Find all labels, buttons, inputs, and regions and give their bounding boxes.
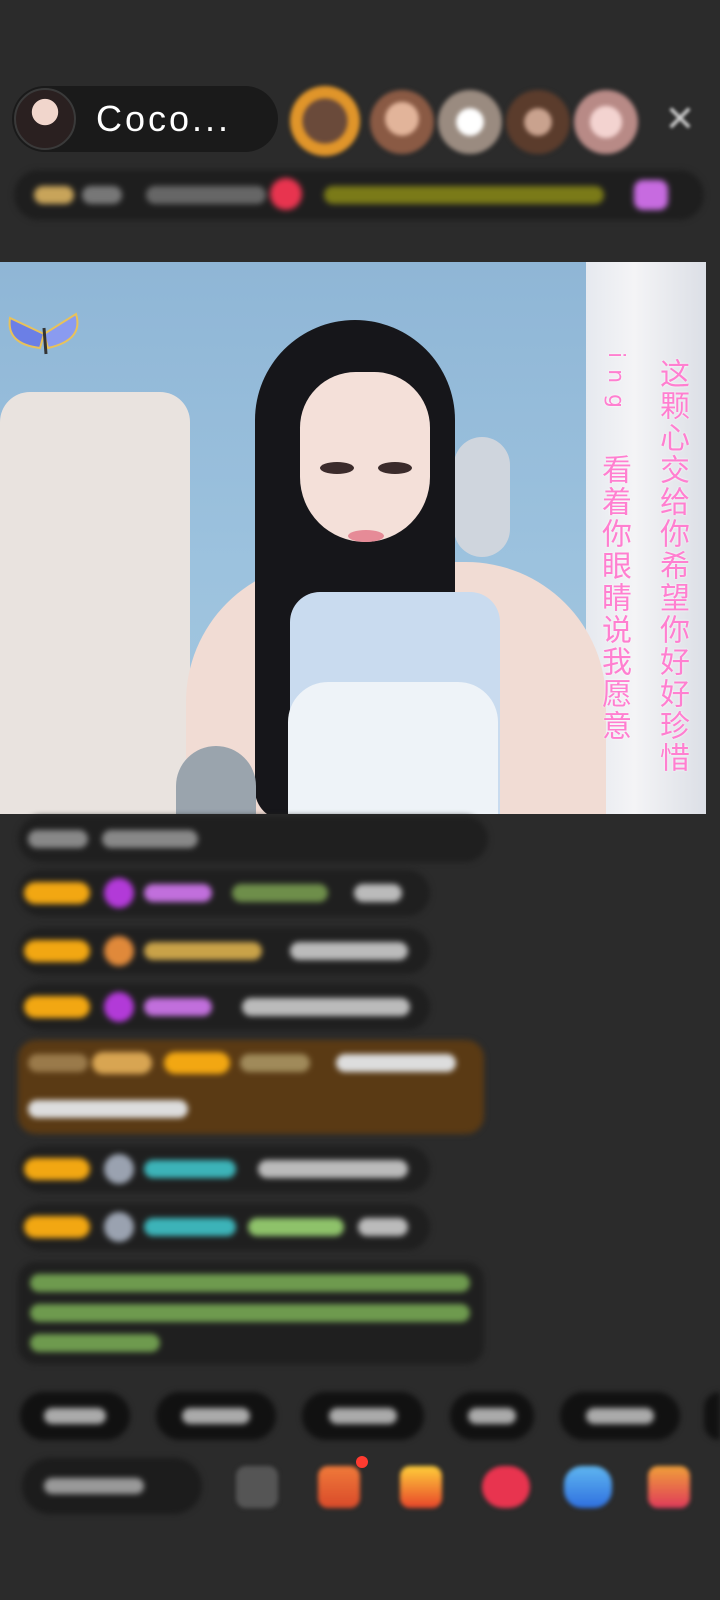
quick-reply-chip[interactable] (302, 1392, 424, 1440)
rank-badge (34, 186, 74, 204)
message-text (102, 830, 198, 848)
message-text (248, 1218, 344, 1236)
message-text (242, 998, 410, 1016)
chat-message[interactable] (18, 816, 488, 862)
gem-icon (104, 878, 134, 908)
message-text (232, 884, 328, 902)
chat-message[interactable] (18, 928, 430, 974)
avatar (104, 1212, 134, 1242)
user-name (144, 998, 212, 1016)
butterfly-icon (8, 312, 79, 355)
chat-message[interactable] (18, 870, 430, 916)
host-avatar[interactable] (14, 88, 76, 150)
notice-text (30, 1334, 160, 1352)
level-badge (92, 1052, 152, 1074)
song-lyric-left-prefix: i n g (603, 352, 628, 411)
streamer-eye (378, 462, 412, 474)
notice-text (30, 1304, 470, 1322)
viewer-avatar[interactable] (574, 90, 638, 154)
user-name (144, 884, 212, 902)
avatar (104, 1154, 134, 1184)
streamer-eye (320, 462, 354, 474)
message-text (258, 1160, 408, 1178)
streamer-dress (288, 682, 498, 814)
message-text (290, 942, 408, 960)
viewer-avatar[interactable] (370, 90, 434, 154)
rank-tag (324, 186, 604, 204)
message-text (358, 1218, 408, 1236)
ranking-bar[interactable] (14, 170, 704, 220)
chat-message[interactable] (18, 984, 430, 1030)
user-name (144, 1160, 236, 1178)
streamer-lips (348, 530, 384, 542)
chat-message[interactable] (18, 1146, 430, 1192)
level-badge (24, 1158, 90, 1180)
level-badge (164, 1052, 230, 1074)
message-text (28, 1100, 188, 1118)
level-badge (24, 1216, 90, 1238)
more-gift-icon[interactable] (648, 1466, 690, 1508)
viewer-avatar[interactable] (290, 86, 360, 156)
quick-reply-chip[interactable] (20, 1392, 130, 1440)
message-text (336, 1054, 456, 1072)
red-packet-icon[interactable] (400, 1466, 442, 1508)
message-text (354, 884, 402, 902)
host-name: Coco... (96, 98, 232, 139)
bed-background (0, 392, 190, 814)
live-video[interactable]: 这颗心交给你希望你好好珍惜 i n g 看着你眼睛说我愿意 (0, 262, 706, 814)
viewer-avatar[interactable] (506, 90, 570, 154)
rank-icon (270, 178, 302, 210)
user-name (240, 1054, 310, 1072)
game-icon[interactable] (564, 1466, 612, 1508)
rank-text (82, 186, 122, 204)
message-text (28, 1054, 88, 1072)
notification-dot (356, 1456, 368, 1468)
rank-icon (634, 180, 668, 210)
close-icon[interactable]: ✕ (660, 100, 700, 140)
system-notice (18, 1262, 484, 1364)
quick-reply-chip[interactable] (704, 1392, 720, 1440)
level-badge (24, 882, 90, 904)
heart-icon[interactable] (482, 1466, 530, 1508)
pillow (454, 437, 510, 557)
gift-box-icon[interactable] (318, 1466, 360, 1508)
level-badge (24, 940, 90, 962)
quick-reply-chip[interactable] (450, 1392, 534, 1440)
rank-text (146, 186, 266, 204)
message-text (28, 830, 88, 848)
gem-icon (104, 992, 134, 1022)
quick-reply-chip[interactable] (560, 1392, 680, 1440)
chat-input[interactable] (22, 1458, 202, 1514)
quick-reply-chip[interactable] (156, 1392, 276, 1440)
song-lyric-left: 看着你眼睛说我愿意 (596, 454, 631, 742)
user-name (144, 1218, 236, 1236)
chat-message-highlight[interactable] (18, 1040, 484, 1134)
chat-message[interactable] (18, 1204, 430, 1250)
streamer-face (300, 372, 430, 542)
emoji-icon[interactable] (236, 1466, 278, 1508)
shield-icon (104, 936, 134, 966)
notice-text (30, 1274, 470, 1292)
level-badge (24, 996, 90, 1018)
user-name (144, 942, 262, 960)
song-lyric-right: 这颗心交给你希望你好好珍惜 (654, 358, 689, 774)
viewer-avatar[interactable] (438, 90, 502, 154)
